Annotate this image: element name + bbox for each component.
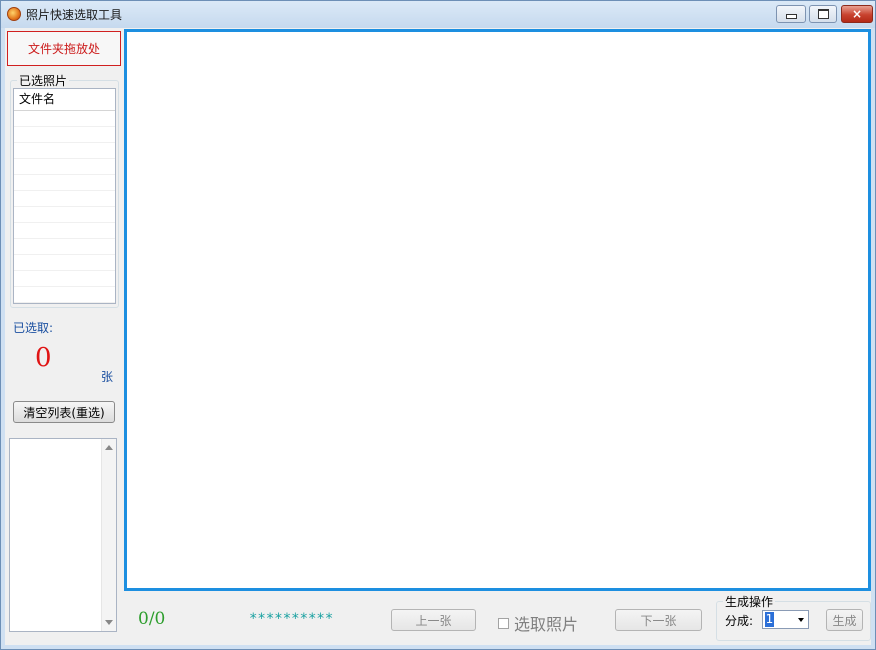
generate-button[interactable]: 生成: [826, 609, 863, 631]
selected-photos-group-title: 已选照片: [17, 72, 70, 89]
select-photo-label: 选取照片: [514, 615, 579, 634]
client-area: 文件夹拖放处 已选照片 文件名 已选取: 0 张 清空列表(重选) 0/0 **…: [5, 28, 871, 645]
selected-count-unit: 张: [101, 370, 114, 384]
split-count-value: 1: [765, 612, 774, 627]
generate-group-title: 生成操作: [723, 593, 776, 610]
list-item[interactable]: [14, 159, 115, 175]
chevron-down-icon[interactable]: [798, 618, 804, 622]
selected-count-label: 已选取:: [13, 321, 54, 335]
clear-list-button[interactable]: 清空列表(重选): [13, 401, 115, 423]
photo-viewer[interactable]: [124, 29, 871, 591]
prev-photo-button[interactable]: 上一张: [391, 609, 476, 631]
maximize-icon: [817, 9, 829, 19]
minimize-icon: [785, 14, 797, 19]
current-filename: **********: [249, 611, 334, 627]
photo-progress: 0/0: [138, 609, 166, 629]
app-window: 照片快速选取工具 × 文件夹拖放处 已选照片 文件名 已选取: 0 张 清空列表…: [0, 0, 876, 650]
selected-count-value: 0: [35, 343, 52, 373]
list-item[interactable]: [14, 127, 115, 143]
close-icon: ×: [851, 7, 863, 21]
split-count-label: 分成:: [725, 614, 754, 628]
next-photo-button[interactable]: 下一张: [615, 609, 702, 631]
list-item[interactable]: [14, 207, 115, 223]
title-bar[interactable]: 照片快速选取工具 ×: [1, 1, 875, 28]
log-scrollbar[interactable]: [101, 439, 116, 631]
scroll-down-icon[interactable]: [105, 620, 113, 625]
list-item[interactable]: [14, 111, 115, 127]
minimize-button[interactable]: [776, 5, 806, 23]
list-item[interactable]: [14, 143, 115, 159]
folder-drop-zone[interactable]: 文件夹拖放处: [7, 31, 121, 66]
select-photo-checkbox[interactable]: 选取照片: [498, 611, 578, 635]
list-item[interactable]: [14, 191, 115, 207]
app-icon[interactable]: [7, 7, 21, 21]
scroll-up-icon[interactable]: [105, 445, 113, 450]
maximize-button[interactable]: [809, 5, 837, 23]
split-count-select[interactable]: 1: [762, 610, 809, 629]
list-item[interactable]: [14, 175, 115, 191]
list-item[interactable]: [14, 239, 115, 255]
window-title: 照片快速选取工具: [26, 8, 123, 22]
list-item[interactable]: [14, 223, 115, 239]
list-item[interactable]: [14, 287, 115, 303]
column-header-filename[interactable]: 文件名: [14, 89, 115, 111]
selected-photos-list[interactable]: 文件名: [13, 88, 116, 304]
log-textarea[interactable]: [9, 438, 117, 632]
list-item[interactable]: [14, 255, 115, 271]
list-item[interactable]: [14, 271, 115, 287]
close-button[interactable]: ×: [841, 5, 873, 23]
list-rows: [14, 111, 115, 303]
checkbox-icon[interactable]: [498, 617, 509, 629]
